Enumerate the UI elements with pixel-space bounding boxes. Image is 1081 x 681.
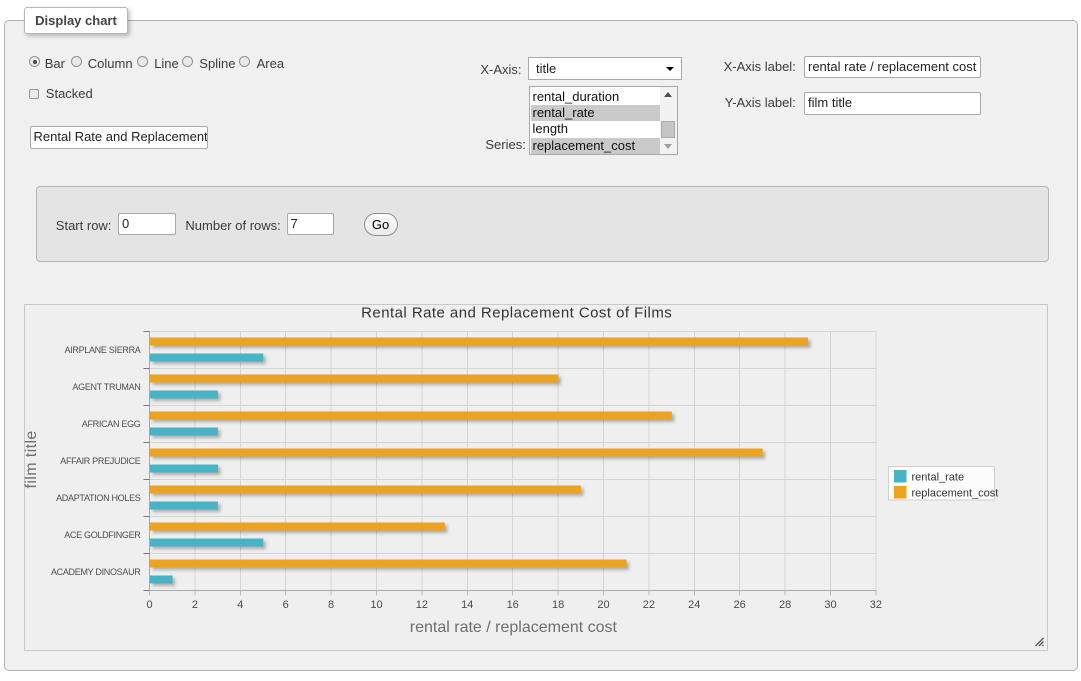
svg-text:16: 16	[507, 599, 519, 611]
svg-text:ACE GOLDFINGER: ACE GOLDFINGER	[64, 530, 141, 540]
svg-text:20: 20	[597, 599, 609, 611]
svg-text:rental rate / replacement cost: rental rate / replacement cost	[410, 619, 618, 636]
svg-text:AIRPLANE SIERRA: AIRPLANE SIERRA	[64, 345, 140, 355]
svg-text:AFFAIR PREJUDICE: AFFAIR PREJUDICE	[60, 456, 141, 466]
svg-text:Rental Rate and Replacement Co: Rental Rate and Replacement Cost of Film…	[361, 304, 672, 321]
svg-text:18: 18	[552, 599, 564, 611]
svg-text:ADAPTATION HOLES: ADAPTATION HOLES	[56, 493, 141, 503]
svg-text:replacement_cost: replacement_cost	[912, 487, 999, 499]
svg-text:AGENT TRUMAN: AGENT TRUMAN	[72, 382, 140, 392]
svg-text:32: 32	[870, 599, 882, 611]
svg-text:8: 8	[328, 599, 334, 611]
svg-text:28: 28	[779, 599, 791, 611]
svg-text:26: 26	[734, 599, 746, 611]
svg-text:12: 12	[416, 599, 428, 611]
svg-text:AFRICAN EGG: AFRICAN EGG	[82, 419, 141, 429]
svg-text:0: 0	[146, 599, 152, 611]
svg-text:10: 10	[370, 599, 382, 611]
svg-text:rental_rate: rental_rate	[912, 471, 965, 483]
svg-text:6: 6	[283, 599, 289, 611]
svg-text:14: 14	[461, 599, 473, 611]
svg-text:24: 24	[688, 599, 700, 611]
svg-text:4: 4	[237, 599, 243, 611]
svg-text:22: 22	[643, 599, 655, 611]
svg-text:film title: film title	[23, 430, 40, 488]
svg-text:30: 30	[824, 599, 836, 611]
svg-text:ACADEMY DINOSAUR: ACADEMY DINOSAUR	[51, 567, 141, 577]
svg-text:2: 2	[192, 599, 198, 611]
